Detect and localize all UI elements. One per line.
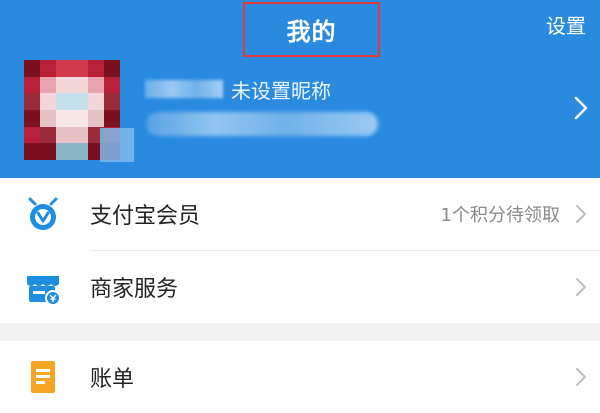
menu-item-label: 商家服务 — [90, 277, 179, 302]
profile-header: 我的 设置 未设置昵称 — [0, 0, 600, 178]
avatar-pixel — [56, 93, 72, 110]
page-title: 我的 — [286, 18, 337, 46]
menu-item-label: 账单 — [90, 367, 135, 392]
avatar-pixel — [40, 109, 56, 127]
avatar-pixel — [56, 143, 72, 160]
avatar-pixel — [24, 126, 40, 144]
avatar-badge-icon — [100, 128, 134, 162]
avatar-pixel — [24, 143, 40, 160]
section-gap — [0, 323, 600, 341]
settings-button[interactable]: 设置 — [546, 12, 586, 40]
bill-document-icon — [31, 361, 55, 393]
nickname-row[interactable]: 未设置昵称 — [145, 74, 331, 104]
chevron-right-icon — [576, 368, 586, 386]
avatar-pixel — [40, 143, 56, 160]
avatar-pixel — [88, 109, 104, 127]
avatar-pixel — [56, 76, 72, 94]
merchant-store-icon — [27, 276, 61, 306]
avatar-pixel — [72, 60, 88, 77]
chevron-right-icon — [576, 205, 586, 223]
avatar-pixel — [56, 60, 72, 77]
avatar-pixel — [104, 60, 120, 77]
avatar-pixel — [88, 76, 104, 94]
menu-item-bill[interactable]: 账单 — [0, 341, 600, 413]
profile-chevron-right-icon[interactable] — [572, 94, 590, 122]
avatar-pixel — [24, 109, 40, 127]
blurred-account-info — [146, 112, 378, 136]
menu-item-alipay-member[interactable]: 支付宝会员 1个积分待领取 — [0, 178, 600, 250]
avatar-pixel — [72, 109, 88, 127]
avatar-pixel — [88, 60, 104, 77]
avatar-pixel — [104, 93, 120, 110]
avatar-pixel — [40, 60, 56, 77]
chevron-right-icon — [576, 278, 586, 296]
avatar-pixel — [72, 143, 88, 160]
alipay-member-icon — [28, 197, 58, 230]
avatar-pixel — [88, 93, 104, 110]
avatar-pixel — [56, 126, 72, 144]
menu-list: 支付宝会员 1个积分待领取 商家服务 账单 — [0, 178, 600, 413]
blurred-name-part — [145, 80, 223, 98]
avatar-pixel — [24, 93, 40, 110]
avatar-pixel — [56, 109, 72, 127]
avatar-pixel — [72, 93, 88, 110]
menu-item-label: 支付宝会员 — [90, 204, 201, 229]
avatar-pixel — [40, 126, 56, 144]
points-pending-text: 1个积分待领取 — [440, 205, 560, 226]
nickname-label: 未设置昵称 — [231, 78, 331, 103]
avatar-pixel — [40, 93, 56, 110]
avatar-pixel — [72, 76, 88, 94]
avatar-pixel — [104, 109, 120, 127]
avatar-pixel — [24, 76, 40, 94]
menu-item-merchant-service[interactable]: 商家服务 — [0, 251, 600, 323]
avatar-pixel — [24, 60, 40, 77]
avatar-pixel — [72, 126, 88, 144]
avatar-pixel — [104, 76, 120, 94]
avatar-pixel — [40, 76, 56, 94]
